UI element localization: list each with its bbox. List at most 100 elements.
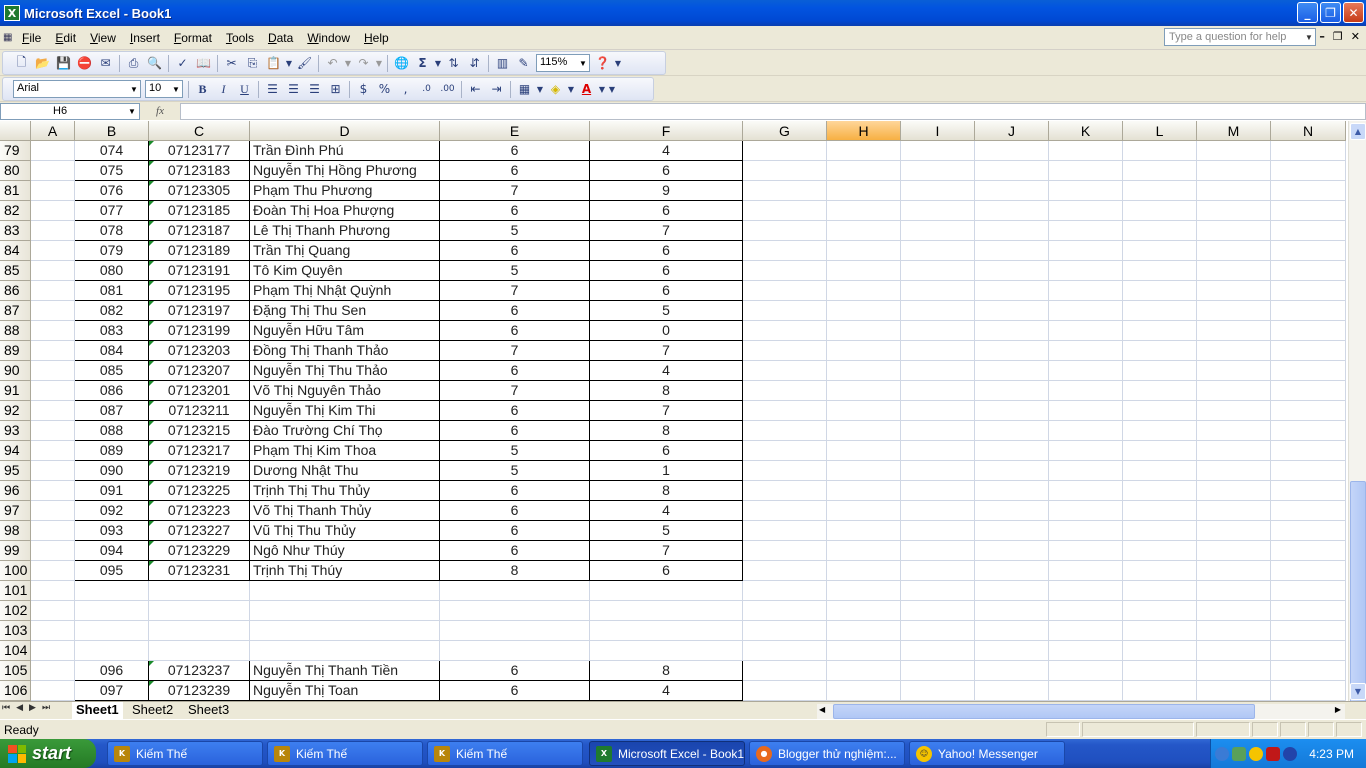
cell-m80[interactable] <box>1197 161 1271 181</box>
cell-j83[interactable] <box>975 221 1049 241</box>
cell-g106[interactable] <box>743 681 827 701</box>
restore-button[interactable]: ❐ <box>1320 2 1341 23</box>
row-header[interactable]: 98 <box>0 521 31 541</box>
cell-k91[interactable] <box>1049 381 1123 401</box>
cell-a97[interactable] <box>31 501 75 521</box>
cell-h89[interactable] <box>827 341 901 361</box>
cell-l94[interactable] <box>1123 441 1197 461</box>
cell-l100[interactable] <box>1123 561 1197 581</box>
cell-d98[interactable]: Vũ Thị Thu Thủy <box>250 521 440 541</box>
cell-n85[interactable] <box>1271 261 1346 281</box>
cell-h106[interactable] <box>827 681 901 701</box>
cell-d105[interactable]: Nguyễn Thị Thanh Tiền <box>250 661 440 681</box>
column-header-g[interactable]: G <box>743 121 827 141</box>
cell-a91[interactable] <box>31 381 75 401</box>
cell-l92[interactable] <box>1123 401 1197 421</box>
spelling-icon[interactable]: ✓ <box>172 53 193 73</box>
cell-c92[interactable]: 07123211 <box>149 401 250 421</box>
column-header-d[interactable]: D <box>250 121 440 141</box>
row-header[interactable]: 80 <box>0 161 31 181</box>
cell-l95[interactable] <box>1123 461 1197 481</box>
font-color-icon[interactable]: A <box>576 79 597 99</box>
cell-a100[interactable] <box>31 561 75 581</box>
cell-l106[interactable] <box>1123 681 1197 701</box>
cell-l81[interactable] <box>1123 181 1197 201</box>
cell-l85[interactable] <box>1123 261 1197 281</box>
taskbar-item-kiem-the-1[interactable]: K Kiếm Thế <box>107 741 263 766</box>
cell-n105[interactable] <box>1271 661 1346 681</box>
row-header[interactable]: 92 <box>0 401 31 421</box>
cell-m95[interactable] <box>1197 461 1271 481</box>
workbook-minimize-button[interactable]: – <box>1319 30 1325 43</box>
cell-g97[interactable] <box>743 501 827 521</box>
vertical-scrollbar[interactable]: ▲ ▼ <box>1348 121 1366 717</box>
cell-d106[interactable]: Nguyễn Thị Toan <box>250 681 440 701</box>
cell-d97[interactable]: Võ Thị Thanh Thủy <box>250 501 440 521</box>
cell-m82[interactable] <box>1197 201 1271 221</box>
cell-f103[interactable] <box>590 621 743 641</box>
cell-l96[interactable] <box>1123 481 1197 501</box>
cell-b87[interactable]: 082 <box>75 301 149 321</box>
cell-g90[interactable] <box>743 361 827 381</box>
cell-i90[interactable] <box>901 361 975 381</box>
column-header-b[interactable]: B <box>75 121 149 141</box>
cell-h91[interactable] <box>827 381 901 401</box>
cell-c104[interactable] <box>149 641 250 661</box>
cell-h79[interactable] <box>827 141 901 161</box>
cell-a88[interactable] <box>31 321 75 341</box>
cell-k101[interactable] <box>1049 581 1123 601</box>
column-header-h[interactable]: H <box>827 121 901 141</box>
cell-g100[interactable] <box>743 561 827 581</box>
cell-j82[interactable] <box>975 201 1049 221</box>
cell-i102[interactable] <box>901 601 975 621</box>
open-icon[interactable]: 📂 <box>32 53 53 73</box>
column-header-l[interactable]: L <box>1123 121 1197 141</box>
cell-d79[interactable]: Trần Đình Phú <box>250 141 440 161</box>
menu-insert[interactable]: Insert <box>123 31 167 45</box>
cell-h85[interactable] <box>827 261 901 281</box>
cell-m106[interactable] <box>1197 681 1271 701</box>
chevron-down-icon[interactable]: ▼ <box>535 79 545 99</box>
cell-k105[interactable] <box>1049 661 1123 681</box>
cell-b91[interactable]: 086 <box>75 381 149 401</box>
cell-n99[interactable] <box>1271 541 1346 561</box>
help-icon[interactable]: ❓ <box>592 53 613 73</box>
cell-e100[interactable]: 8 <box>440 561 590 581</box>
cell-c91[interactable]: 07123201 <box>149 381 250 401</box>
cell-b101[interactable] <box>75 581 149 601</box>
font-select[interactable]: Arial ▼ <box>13 80 141 98</box>
row-header[interactable]: 89 <box>0 341 31 361</box>
cell-d80[interactable]: Nguyễn Thị Hồng Phương <box>250 161 440 181</box>
cell-j99[interactable] <box>975 541 1049 561</box>
italic-icon[interactable]: I <box>213 79 234 99</box>
cell-i99[interactable] <box>901 541 975 561</box>
font-size-select[interactable]: 10 ▼ <box>145 80 183 98</box>
chevron-down-icon[interactable]: ▼ <box>125 104 139 119</box>
cell-j87[interactable] <box>975 301 1049 321</box>
cell-n100[interactable] <box>1271 561 1346 581</box>
cell-m87[interactable] <box>1197 301 1271 321</box>
cell-d91[interactable]: Võ Thị Nguyên Thảo <box>250 381 440 401</box>
cell-n103[interactable] <box>1271 621 1346 641</box>
cell-c93[interactable]: 07123215 <box>149 421 250 441</box>
bold-icon[interactable]: B <box>192 79 213 99</box>
spreadsheet-grid[interactable]: A B C D E F G H I J K L M N 79 074 07123177 Trần Đình Phú… <box>0 121 1348 701</box>
cell-e96[interactable]: 6 <box>440 481 590 501</box>
row-header[interactable]: 85 <box>0 261 31 281</box>
chevron-down-icon[interactable]: ▼ <box>374 53 384 73</box>
cell-h105[interactable] <box>827 661 901 681</box>
cell-n92[interactable] <box>1271 401 1346 421</box>
cell-h101[interactable] <box>827 581 901 601</box>
cell-n91[interactable] <box>1271 381 1346 401</box>
toolbar-options-icon[interactable]: ▼ <box>613 53 623 73</box>
cell-g101[interactable] <box>743 581 827 601</box>
cell-n84[interactable] <box>1271 241 1346 261</box>
cell-c100[interactable]: 07123231 <box>149 561 250 581</box>
cell-a80[interactable] <box>31 161 75 181</box>
cell-b99[interactable]: 094 <box>75 541 149 561</box>
cell-n88[interactable] <box>1271 321 1346 341</box>
cell-e91[interactable]: 7 <box>440 381 590 401</box>
cell-a95[interactable] <box>31 461 75 481</box>
cell-f100[interactable]: 6 <box>590 561 743 581</box>
cell-n93[interactable] <box>1271 421 1346 441</box>
